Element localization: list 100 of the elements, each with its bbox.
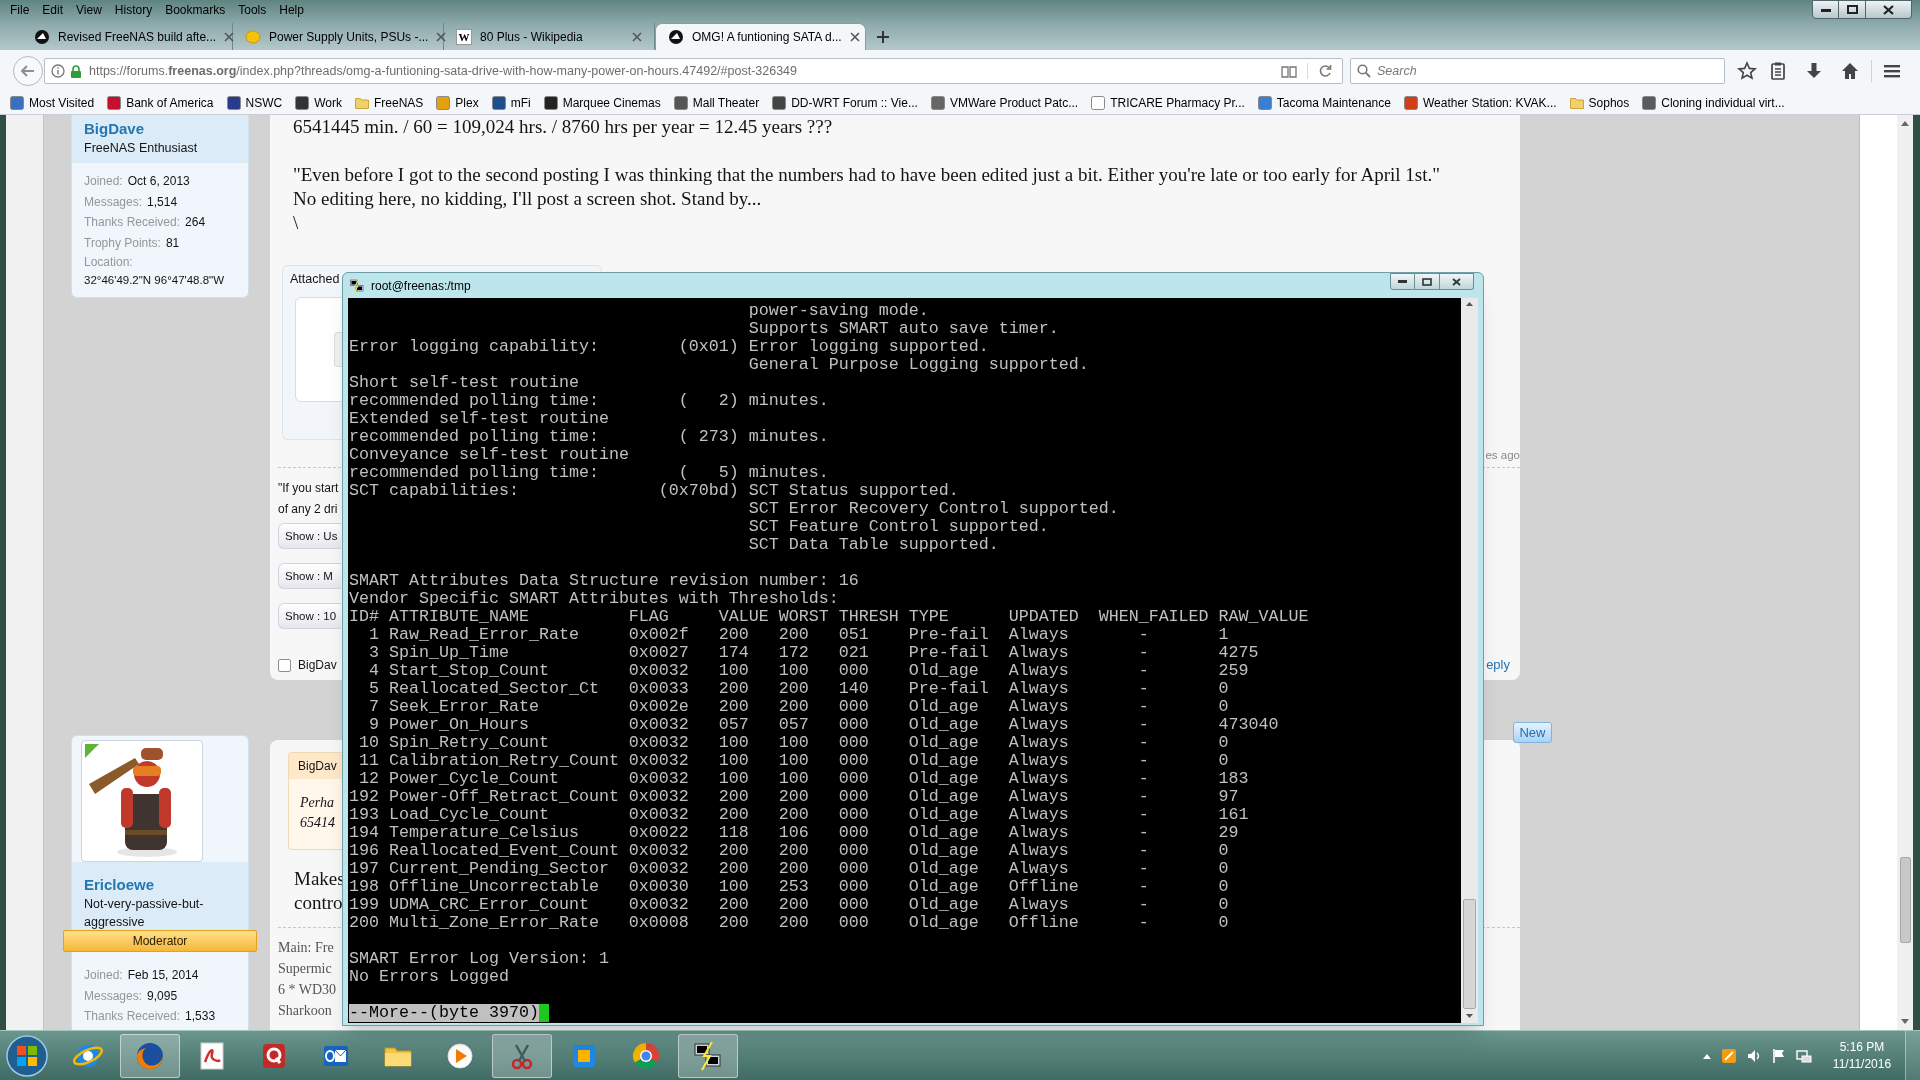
spoiler-button[interactable]: Show : M xyxy=(278,563,341,589)
tab[interactable]: OMG! A funtioning SATA d... xyxy=(655,23,866,50)
scrollbar-thumb[interactable] xyxy=(1463,899,1476,1009)
reload-icon[interactable] xyxy=(1318,64,1332,78)
terminal-line: 10 Spin_Retry_Count 0x0032 100 100 000 Old_age Always - 0 xyxy=(358,734,1230,752)
bookmark[interactable]: Plex xyxy=(436,94,479,112)
bookmark[interactable]: Marquee Cinemas xyxy=(543,94,661,112)
coin-icon xyxy=(245,28,261,45)
up-arrow-icon[interactable] xyxy=(1900,119,1910,127)
book-icon[interactable] xyxy=(1281,64,1297,78)
scrollbar[interactable] xyxy=(1897,115,1913,1030)
favicon: W xyxy=(456,28,472,45)
home-icon[interactable] xyxy=(1840,61,1860,81)
close-icon[interactable] xyxy=(632,31,642,42)
info-icon[interactable] xyxy=(51,64,65,78)
star-icon[interactable] xyxy=(1737,61,1757,81)
menu-item[interactable]: Help xyxy=(279,2,304,18)
terminal-line: ID# ATTRIBUTE_NAME FLAG VALUE WORST THRESH TYPE UPDATED WHEN_FAILED RAW_VALUE xyxy=(349,608,1310,626)
scrollbar-thumb[interactable] xyxy=(1899,857,1911,943)
spoiler-button[interactable]: Show : Us xyxy=(278,523,341,549)
terminal-line: 12 Power_Cycle_Count 0x0032 100 100 000 Old_age Always - 183 xyxy=(358,770,1250,788)
terminal-line: 3 Spin_Up_Time 0x0027 174 172 021 Pre-fail Always - 4275 xyxy=(368,644,1260,662)
user-title: Not-very-passive-but-aggressive xyxy=(84,896,204,931)
stat-label: Joined: xyxy=(84,967,123,984)
maximize-button[interactable] xyxy=(1839,0,1866,19)
close-button[interactable] xyxy=(1440,273,1474,290)
down-arrow-icon[interactable] xyxy=(1900,1018,1910,1026)
back-button[interactable] xyxy=(13,56,43,86)
terminal-line: SMART Attributes Data Structure revision number: 16 xyxy=(349,572,860,590)
bookmark[interactable]: Bank of America xyxy=(107,94,214,112)
clock[interactable]: 5:16 PM 11/11/2016 xyxy=(1831,1038,1893,1073)
bookmark[interactable]: Most Visited xyxy=(10,94,95,112)
username[interactable]: Ericloewe xyxy=(84,875,236,895)
up-arrow-icon[interactable] xyxy=(1465,301,1474,307)
bookmark[interactable]: VMWare Product Patc... xyxy=(930,94,1079,112)
bookmark[interactable]: DD-WRT Forum :: Vie... xyxy=(772,94,918,112)
minimize-button[interactable] xyxy=(1390,273,1415,290)
network-icon[interactable] xyxy=(1796,1047,1812,1064)
bookmark[interactable]: NSWC xyxy=(226,94,283,112)
user-title: FreeNAS Enthusiast xyxy=(84,140,199,157)
bookmark[interactable]: TRICARE Pharmacy Pr... xyxy=(1091,94,1245,112)
close-icon[interactable] xyxy=(436,31,447,42)
menu-item[interactable]: View xyxy=(76,2,102,18)
lock-icon[interactable] xyxy=(70,64,82,78)
menu-item[interactable]: Edit xyxy=(42,2,64,18)
close-icon[interactable] xyxy=(224,31,235,42)
taskbar-button[interactable] xyxy=(678,1033,738,1078)
stat-label: Trophy Points: xyxy=(84,234,161,252)
bookmark[interactable]: Tacoma Maintenance xyxy=(1257,94,1391,112)
terminal-line: SMART Error Log Version: 1 xyxy=(349,950,610,968)
terminal-line: General Purpose Logging supported. xyxy=(747,356,1090,374)
stat-value: Feb 15, 2014 xyxy=(127,967,199,984)
menu-item[interactable]: File xyxy=(10,2,30,18)
logo-icon xyxy=(668,29,684,45)
arrow-icon xyxy=(21,65,35,77)
bookmark[interactable]: FreeNAS xyxy=(354,94,424,112)
terminal-line: recommended polling time: ( 273) minutes. xyxy=(349,428,830,446)
terminal-line: power-saving mode. xyxy=(747,302,930,320)
logo-icon xyxy=(34,28,50,45)
stat-label: Thanks Received: xyxy=(84,214,181,231)
search-field[interactable]: Search xyxy=(1350,58,1725,84)
close-icon xyxy=(1883,4,1894,15)
menu-item[interactable]: History xyxy=(114,2,153,18)
menu-item[interactable]: Bookmarks xyxy=(165,2,226,18)
text-cursor xyxy=(538,1004,549,1022)
bookmark[interactable]: Weather Station: KVAK... xyxy=(1403,94,1557,112)
minimize-button[interactable] xyxy=(1812,0,1839,19)
spoiler-button[interactable]: Show : 10 xyxy=(278,603,341,629)
scrollbar[interactable] xyxy=(1461,298,1478,1023)
reply-link[interactable]: eply xyxy=(1486,655,1510,675)
username[interactable]: BigDave xyxy=(84,119,236,139)
signature-text: of any 2 dri xyxy=(278,501,338,518)
terminal-line: 199 UDMA_CRC_Error_Count 0x0032 200 200 000 Old_age Always - 0 xyxy=(349,896,1230,914)
stat-value: 1,514 xyxy=(147,193,178,211)
app-icon[interactable] xyxy=(1721,1047,1737,1064)
flag-icon[interactable] xyxy=(1771,1047,1787,1064)
clipboard-icon[interactable] xyxy=(1768,61,1788,81)
start-button[interactable] xyxy=(5,1033,49,1078)
stat-label: Location: xyxy=(84,254,134,271)
monitors-icon xyxy=(349,277,365,294)
menu-item[interactable]: Tools xyxy=(238,2,267,18)
bookmark[interactable]: Work xyxy=(295,94,342,112)
address-bar[interactable]: https://forums.freenas.org/index.php?threads/omg-a-funtioning-sata-drive-with-how-many-power-on-hours.47492/#post-326349 xyxy=(44,58,1343,84)
stat-label: Messages: xyxy=(84,193,143,211)
close-icon[interactable] xyxy=(849,32,860,42)
bookmark[interactable]: Mall Theater xyxy=(673,94,760,112)
bookmark[interactable]: mFi xyxy=(491,94,531,112)
bookmark[interactable]: Sophos xyxy=(1569,94,1630,112)
terminal-line: 9 Power_On_Hours 0x0032 057 057 000 Old_age Always - 473040 xyxy=(368,716,1280,734)
maximize-button[interactable] xyxy=(1415,273,1440,290)
folder-icon xyxy=(1569,97,1584,109)
signature-text: Supermic xyxy=(278,960,332,978)
pager-prompt: --More--(byte 3970) xyxy=(349,1004,539,1022)
like-checkbox[interactable]: BigDav xyxy=(278,656,337,674)
bookmark[interactable]: Cloning individual virt... xyxy=(1642,94,1785,112)
post-text: contro xyxy=(294,891,343,915)
new-tab-icon[interactable] xyxy=(876,30,890,44)
terminal-line: 197 Current_Pending_Sector 0x0032 200 200 000 Old_age Always - 0 xyxy=(349,860,1230,878)
close-button[interactable] xyxy=(1866,0,1912,19)
down-arrow-icon[interactable] xyxy=(1465,1013,1474,1019)
